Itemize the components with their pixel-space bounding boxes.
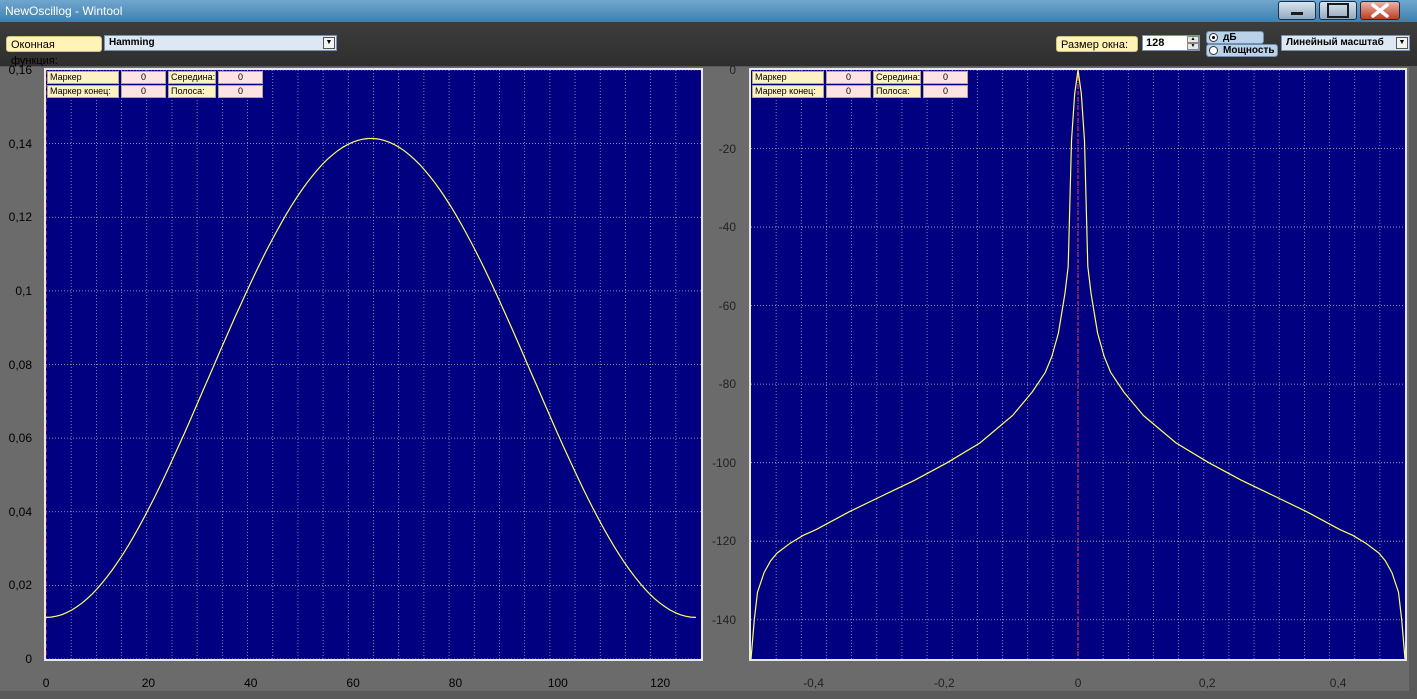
y-tick-label: 0 [729,63,736,77]
y-tick-label: 0,12 [8,210,32,225]
x-tick-label: 0 [42,676,50,690]
marker-band-label: Полоса: [168,85,216,98]
y-tick-label: -80 [718,377,736,392]
power-radio[interactable]: Мощность [1206,44,1278,57]
spectrum-plot-svg [750,69,1406,660]
y-tick-label: -60 [718,298,736,313]
toolbar: Оконная функция: Hamming ▼ Размер окна: … [0,22,1417,67]
marker-band-label: Полоса: [873,85,921,98]
scale-select[interactable]: Линейный масштаб ▼ [1281,35,1410,51]
chevron-down-icon[interactable]: ▼ [323,37,335,49]
spectrum-plot-area[interactable]: Маркер начало: 0 Середина: 0 Маркер коне… [749,68,1407,661]
window-function-value: Hamming [109,37,155,48]
marker-band-value[interactable]: 0 [923,85,968,98]
window-plot-panel: Маркер начало: 0 Середина: 0 Маркер коне… [0,63,705,691]
scale-value: Линейный масштаб [1286,37,1384,48]
window-function-select[interactable]: Hamming ▼ [104,35,337,51]
spin-down-icon[interactable]: ▼ [1187,43,1199,50]
y-tick-label: 0,14 [8,136,32,151]
title-bar: NewOscillog - Wintool [0,0,1417,22]
window-size-label: Размер окна: [1056,36,1138,52]
x-tick-label: 40 [244,676,258,690]
power-radio-label: Мощность [1223,45,1275,56]
marker-start-label: Маркер начало: [47,71,119,93]
marker-start-value[interactable]: 0 [121,71,166,84]
y-tick-label: 0,06 [8,431,32,446]
y-tick-label: -120 [711,534,736,549]
window-plot-svg [45,69,701,660]
window-size-value: 128 [1146,37,1165,49]
minimize-button[interactable] [1278,1,1316,20]
y-tick-label: 0,1 [15,283,32,298]
y-tick-label: 0,16 [8,63,32,77]
close-button[interactable] [1360,1,1400,20]
x-tick-label: 60 [346,676,360,690]
window-function-label: Оконная функция: [6,36,102,67]
y-tick-label: 0,02 [8,578,32,593]
y-tick-label: -40 [718,220,736,235]
x-tick-label: -0,4 [803,676,824,690]
marker-end-value[interactable]: 0 [121,85,166,98]
marker-middle-label: Середина: [168,71,216,84]
x-tick-label: -0,2 [934,676,955,690]
x-tick-label: 100 [547,676,568,690]
marker-middle-value[interactable]: 0 [218,71,263,84]
y-tick-label: -100 [711,455,736,470]
maximize-icon [1327,3,1349,18]
marker-start-label: Маркер начало: [752,71,824,93]
y-tick-label: 0 [25,652,32,666]
spectrum-plot-panel: Маркер начало: 0 Середина: 0 Маркер коне… [705,63,1409,691]
y-tick-label: 0,04 [8,504,32,519]
marker-middle-label: Середина: [873,71,921,84]
x-tick-label: 0 [1074,676,1082,690]
marker-end-label: Маркер конец: [752,85,824,98]
radio-checked-icon [1209,33,1218,42]
minimize-icon [1291,12,1303,15]
marker-start-value[interactable]: 0 [826,71,871,84]
radio-unchecked-icon [1209,46,1218,55]
db-radio-label: дБ [1223,32,1237,43]
maximize-button[interactable] [1319,1,1357,20]
marker-band-value[interactable]: 0 [218,85,263,98]
window-plot-area[interactable]: Маркер начало: 0 Середина: 0 Маркер коне… [44,68,703,661]
x-tick-label: 80 [448,676,463,690]
x-tick-label: 20 [141,676,156,690]
marker-end-value[interactable]: 0 [826,85,871,98]
spin-up-icon[interactable]: ▲ [1187,36,1199,43]
chevron-down-icon[interactable]: ▼ [1396,37,1408,49]
y-tick-label: -20 [718,141,736,156]
window-size-spinner[interactable]: 128 ▲ ▼ [1142,35,1200,51]
close-icon [1371,3,1389,18]
x-tick-label: 0,2 [1198,676,1216,690]
x-tick-label: 120 [650,676,671,690]
x-tick-label: 0,4 [1329,676,1347,690]
db-radio[interactable]: дБ [1206,31,1264,44]
y-tick-label: -140 [711,612,736,627]
y-tick-label: 0,08 [8,357,32,372]
grid [46,69,701,660]
marker-middle-value[interactable]: 0 [923,71,968,84]
marker-end-label: Маркер конец: [47,85,119,98]
window-title: NewOscillog - Wintool [5,4,123,18]
series-line [45,137,696,618]
